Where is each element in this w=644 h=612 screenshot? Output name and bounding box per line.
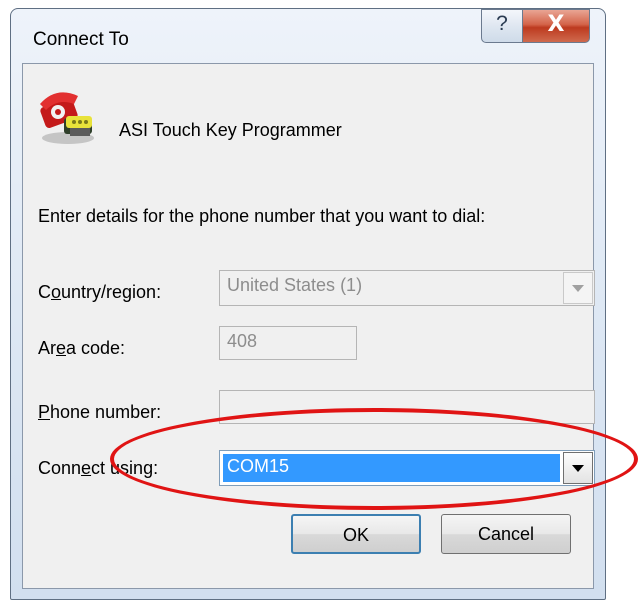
connect-to-dialog: Connect To ? X ASI Touch Key Programmer … bbox=[10, 8, 606, 600]
area-label-part: a code: bbox=[66, 338, 126, 358]
country-label-accel: o bbox=[51, 282, 62, 302]
connect-label-accel: e bbox=[81, 458, 92, 478]
connect-using-value: COM15 bbox=[223, 454, 560, 482]
country-label-part: C bbox=[38, 282, 51, 302]
connect-dropdown-button[interactable] bbox=[563, 452, 593, 484]
area-code-label: Area code: bbox=[38, 338, 125, 359]
connect-label-part: Conn bbox=[38, 458, 82, 478]
dialog-title: Connect To bbox=[33, 29, 129, 50]
connect-using-label: Connect using: bbox=[38, 458, 158, 479]
close-button[interactable]: X bbox=[522, 9, 590, 43]
country-region-select: United States (1) bbox=[219, 270, 595, 306]
phone-label-part: hone number: bbox=[50, 402, 162, 422]
help-icon: ? bbox=[496, 12, 508, 35]
country-dropdown-button bbox=[563, 272, 593, 304]
phone-number-field bbox=[219, 390, 595, 424]
chevron-down-icon bbox=[572, 465, 584, 472]
cancel-button[interactable]: Cancel bbox=[441, 514, 571, 554]
phone-connection-icon bbox=[40, 92, 94, 144]
connection-name: ASI Touch Key Programmer bbox=[119, 120, 342, 140]
connect-label-part: ct using: bbox=[91, 458, 159, 478]
title-bar[interactable]: Connect To ? X bbox=[11, 9, 605, 63]
connect-using-select[interactable]: COM15 bbox=[219, 450, 595, 486]
country-region-label: Country/region: bbox=[38, 282, 161, 303]
chevron-down-icon bbox=[572, 285, 584, 292]
area-label-accel: e bbox=[56, 338, 67, 358]
help-button[interactable]: ? bbox=[481, 9, 523, 43]
country-label-part: untry/region: bbox=[61, 282, 162, 302]
phone-number-label: Phone number: bbox=[38, 402, 161, 423]
country-region-value: United States (1) bbox=[227, 275, 363, 295]
instruction-text: Enter details for the phone number that … bbox=[38, 206, 486, 226]
ok-button[interactable]: OK bbox=[291, 514, 421, 554]
area-code-value: 408 bbox=[227, 331, 258, 351]
area-code-field: 408 bbox=[219, 326, 357, 360]
close-icon: X bbox=[547, 12, 565, 37]
area-label-part: Ar bbox=[38, 338, 56, 358]
phone-label-accel: P bbox=[38, 402, 51, 422]
dialog-body: ASI Touch Key Programmer Enter details f… bbox=[22, 63, 595, 589]
